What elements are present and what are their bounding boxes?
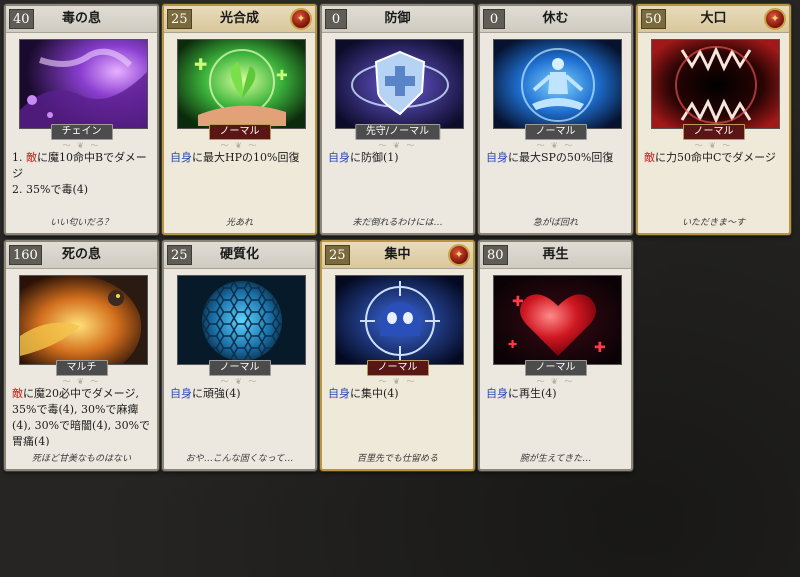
card-title: 死の息 — [61, 247, 101, 262]
card-header: 160 死の息 — [6, 242, 157, 269]
card-divider: ～ ❦ ～ — [378, 141, 417, 150]
card-title: 光合成 — [219, 11, 259, 26]
card-description: 自身に頑強(4) — [170, 387, 241, 400]
skill-card-regenerate[interactable]: 80 再生 ✚ ✚ ✚ ノーマル ～ ❦ ～ 自身に再生(4) 腕が生えてきた… — [478, 240, 633, 471]
card-description: 自身に最大SPの50%回復 — [486, 151, 614, 164]
svg-text:✚: ✚ — [594, 340, 606, 356]
svg-text:✚: ✚ — [194, 55, 207, 74]
target-self: 自身 — [486, 387, 508, 400]
card-flavor-text: 死ほど甘美なものはない — [31, 454, 131, 464]
card-type-tag: ノーマル — [682, 124, 745, 140]
poison-breath-art — [19, 39, 148, 129]
card-type-tag: 先守/ノーマル — [354, 124, 441, 140]
card-header: 25 集中 ✦ — [322, 242, 473, 269]
skill-card-focus[interactable]: 25 集中 ✦ ノーマル ～ ❦ ～ 自身に集中(4) 百里先でも仕留める — [320, 240, 475, 471]
card-header: 40 毒の息 — [6, 6, 157, 33]
skill-card-photosynthesis[interactable]: 25 光合成 ✦ ✚ ✚ ノーマル ～ ❦ ～ 自身に最大HPの10%回復 光あ… — [162, 4, 317, 235]
target-self: 自身 — [170, 151, 192, 164]
svg-text:✚: ✚ — [276, 68, 288, 84]
rare-emblem-icon: ✦ — [764, 8, 786, 30]
card-divider: ～ ❦ ～ — [378, 377, 417, 386]
card-type-tag: マルチ — [55, 360, 108, 376]
skill-card-death-breath[interactable]: 160 死の息 マルチ ～ ❦ ～ 敵に魔20必中でダメージ, 35%で毒(4)… — [4, 240, 159, 471]
card-flavor-text: いただきま～す — [681, 218, 745, 228]
svg-text:✚: ✚ — [508, 338, 517, 351]
skill-card-hardening[interactable]: 25 硬質化 ノーマル ～ ❦ ～ 自身に頑強(4) おや…こんな固くなって… — [162, 240, 317, 471]
regenerate-art: ✚ ✚ ✚ — [493, 275, 622, 365]
card-description: 1. 敵に魔10命中Bでダメージ 2. 35%で毒(4) — [12, 151, 147, 196]
card-title: 防御 — [384, 11, 411, 26]
card-header: 0 防御 — [322, 6, 473, 33]
card-header: 25 光合成 ✦ — [164, 6, 315, 33]
card-flavor-text: いい匂いだろ？ — [50, 218, 113, 228]
card-header: 80 再生 — [480, 242, 631, 269]
focus-art — [335, 275, 464, 365]
card-divider: ～ ❦ ～ — [694, 141, 733, 150]
rare-emblem-icon: ✦ — [448, 244, 470, 266]
card-flavor-text: 腕が生えてきた… — [519, 454, 592, 464]
card-description: 自身に防御(1) — [328, 151, 399, 164]
card-title: 大口 — [700, 11, 727, 26]
card-title: 休む — [542, 11, 569, 26]
big-mouth-art — [651, 39, 780, 129]
card-divider: ～ ❦ ～ — [536, 377, 575, 386]
card-type-tag: ノーマル — [208, 124, 271, 140]
card-header: 25 硬質化 — [164, 242, 315, 269]
card-title: 毒の息 — [61, 11, 101, 26]
card-title: 硬質化 — [219, 247, 259, 262]
target-enemy: 敵 — [644, 151, 655, 164]
card-type-tag: ノーマル — [524, 360, 587, 376]
target-self: 自身 — [328, 151, 350, 164]
card-description: 自身に集中(4) — [328, 387, 399, 400]
card-type-tag: ノーマル — [524, 124, 587, 140]
skill-card-rest[interactable]: 0 休む ノーマル ～ ❦ ～ 自身に最大SPの50%回復 急がば回れ — [478, 4, 633, 235]
card-divider: ～ ❦ ～ — [220, 377, 259, 386]
card-divider: ～ ❦ ～ — [62, 141, 101, 150]
rare-emblem-icon: ✦ — [290, 8, 312, 30]
card-cost: 0 — [483, 9, 505, 29]
card-description: 自身に再生(4) — [486, 387, 557, 400]
card-header: 50 大口 ✦ — [638, 6, 789, 33]
target-self: 自身 — [170, 387, 192, 400]
rest-art — [493, 39, 622, 129]
death-breath-art — [19, 275, 148, 365]
card-header: 0 休む — [480, 6, 631, 33]
card-divider: ～ ❦ ～ — [220, 141, 259, 150]
target-self: 自身 — [328, 387, 350, 400]
card-divider: ～ ❦ ～ — [536, 141, 575, 150]
card-flavor-text: 急がば回れ — [532, 218, 578, 228]
card-description: 敵に力50命中Cでダメージ — [644, 151, 776, 164]
card-flavor-text: 百里先でも仕留める — [356, 454, 438, 464]
defend-art — [335, 39, 464, 129]
card-type-tag: ノーマル — [366, 360, 429, 376]
target-self: 自身 — [486, 151, 508, 164]
card-title: 再生 — [542, 247, 569, 262]
card-cost: 0 — [325, 9, 347, 29]
skill-card-big-mouth[interactable]: 50 大口 ✦ ノーマル ～ ❦ ～ 敵に力50命中Cでダメージ いただきま～す — [636, 4, 791, 235]
card-description: 敵に魔20必中でダメージ, 35%で毒(4), 30%で麻痺(4), 30%で暗… — [12, 387, 151, 446]
target-enemy: 敵 — [12, 387, 23, 400]
svg-text:✚: ✚ — [512, 294, 524, 310]
photosynthesis-art: ✚ ✚ — [177, 39, 306, 129]
card-flavor-text: おや…こんな固くなって… — [185, 454, 294, 464]
hardening-art — [177, 275, 306, 365]
card-type-tag: ノーマル — [208, 360, 271, 376]
card-description: 自身に最大HPの10%回復 — [170, 151, 300, 164]
skill-card-defend[interactable]: 0 防御 先守/ノーマル ～ ❦ ～ 自身に防御(1) 未だ倒れるわけには… — [320, 4, 475, 235]
card-title: 集中 — [384, 247, 411, 262]
target-enemy: 敵 — [26, 151, 37, 164]
card-divider: ～ ❦ ～ — [62, 377, 101, 386]
card-flavor-text: 光あれ — [225, 218, 253, 228]
card-flavor-text: 未だ倒れるわけには… — [352, 218, 443, 228]
card-type-tag: チェイン — [50, 124, 113, 140]
skill-card-poison-breath[interactable]: 40 毒の息 チェイン ～ ❦ ～ 1. 敵に魔10命中Bでダメージ 2. 35… — [4, 4, 159, 235]
